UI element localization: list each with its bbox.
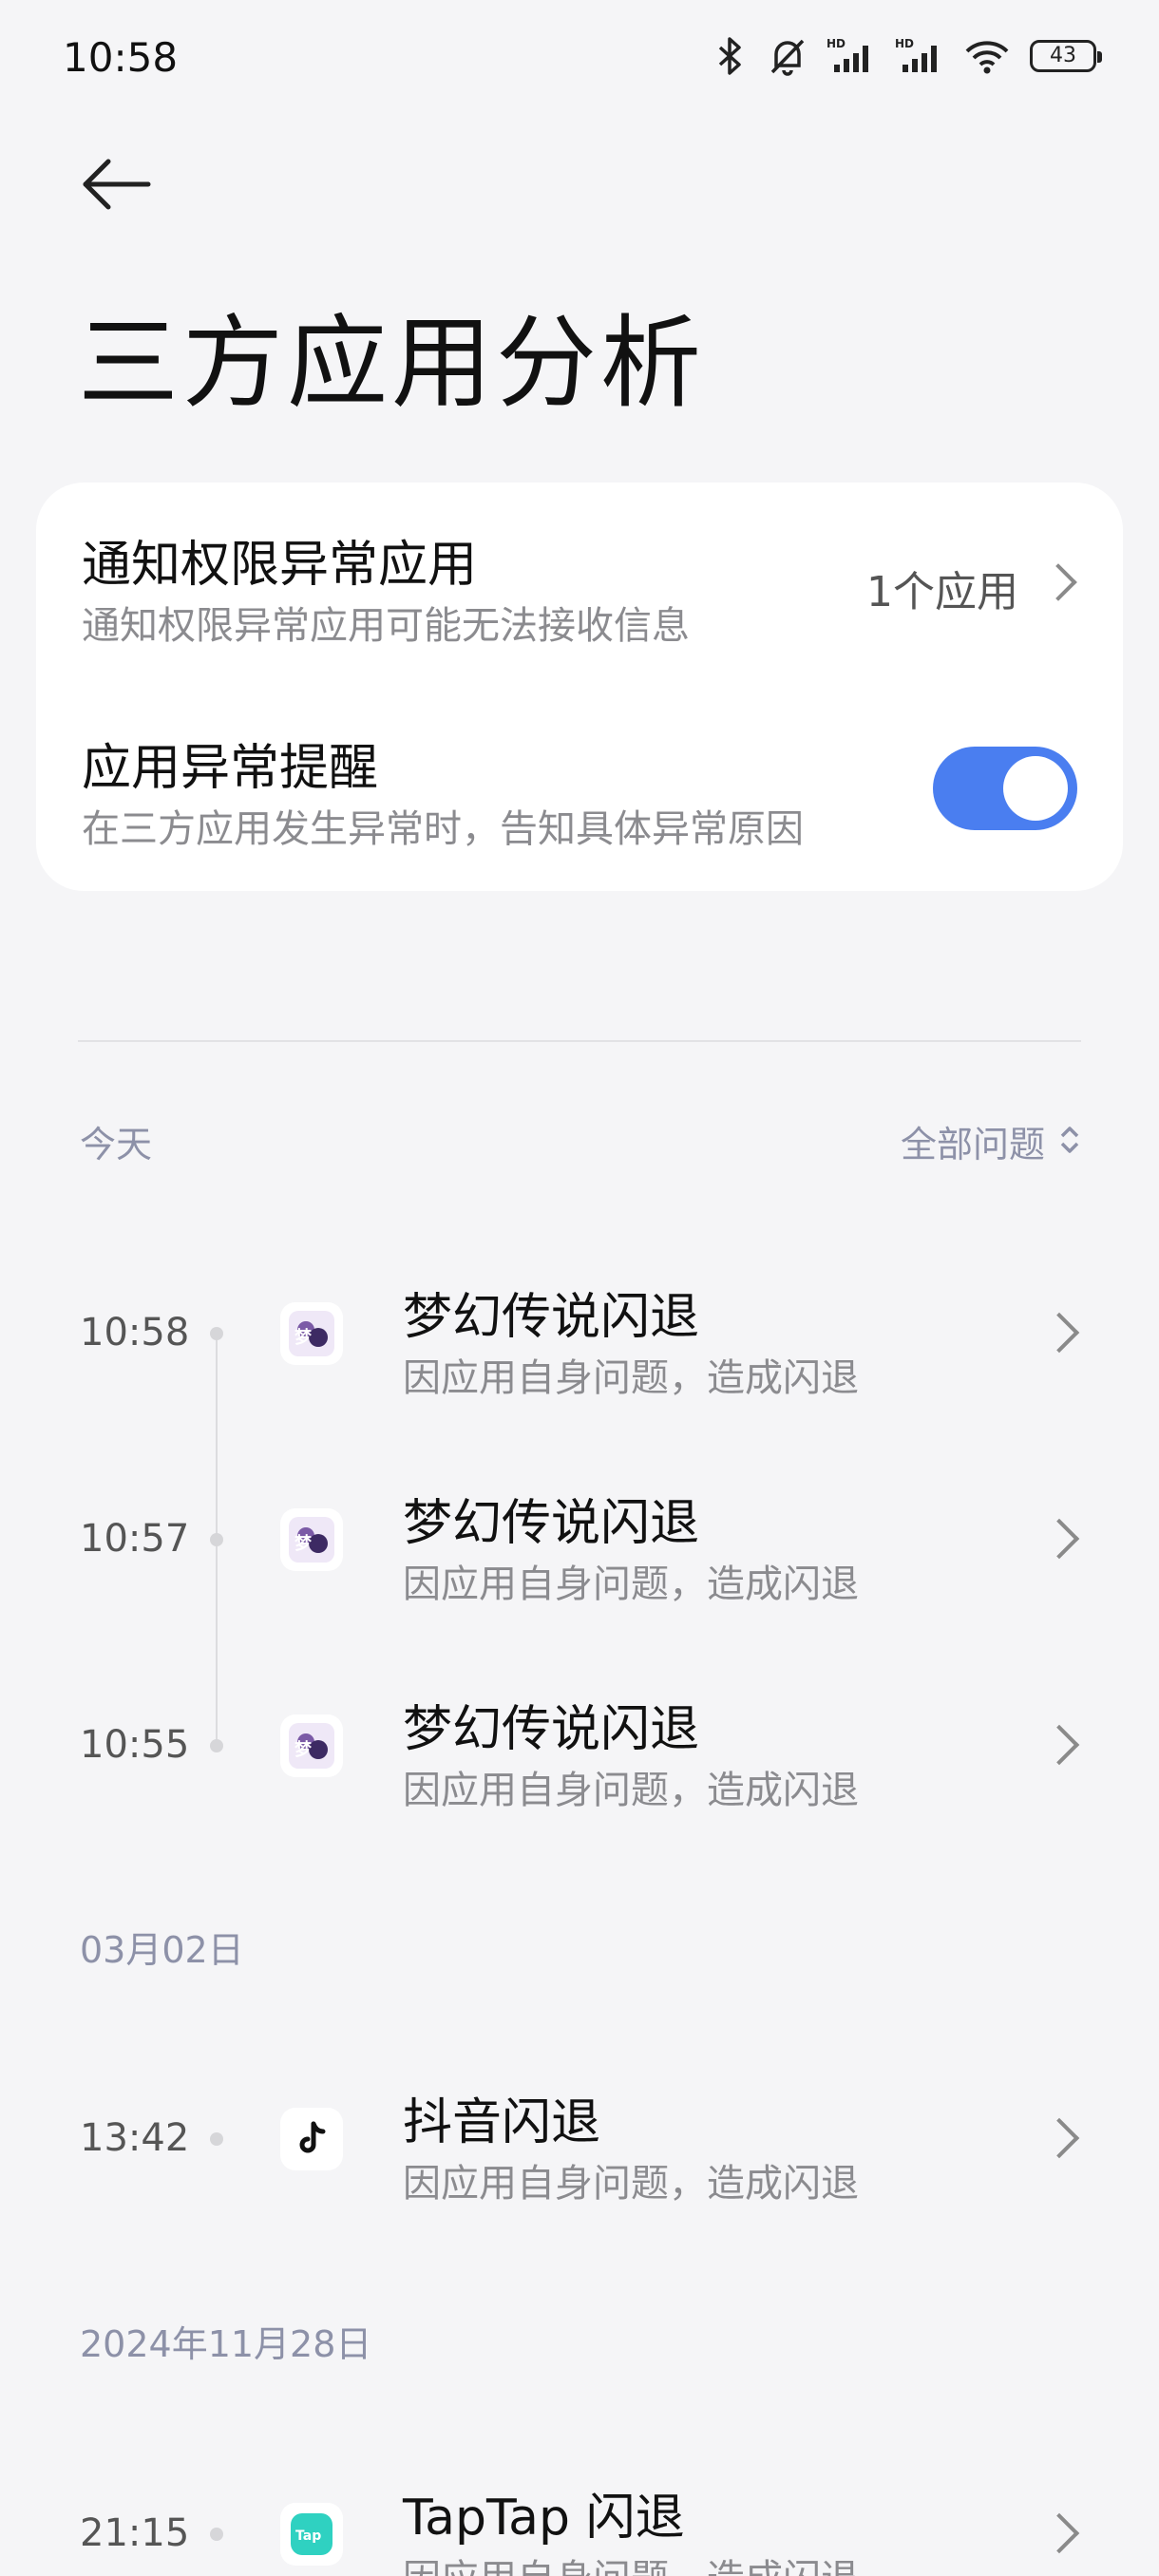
date-header-today: 今天 [80, 1124, 153, 1165]
item-subtitle: 因应用自身问题，造成闪退 [403, 2548, 859, 2576]
app-alert-toggle[interactable] [933, 747, 1077, 830]
status-time: 10:58 [63, 34, 179, 81]
svg-text:梦: 梦 [294, 1533, 313, 1554]
back-button[interactable] [78, 150, 154, 226]
item-time: 10:57 [80, 1517, 190, 1561]
bell-muted-icon [768, 36, 808, 76]
date-header: 03月02日 [80, 1929, 244, 1971]
date-header: 2024年11月28日 [80, 2323, 372, 2365]
notification-permission-subtitle: 通知权限异常应用可能无法接收信息 [82, 604, 690, 648]
menghuan-app-icon: 梦 [280, 1508, 343, 1571]
filter-dropdown[interactable]: 全部问题 [901, 1115, 1081, 1167]
signal-hd-icon: HD [895, 36, 944, 76]
app-alert-title: 应用异常提醒 [82, 740, 379, 797]
notification-permission-title: 通知权限异常应用 [82, 537, 478, 594]
svg-text:HD: HD [895, 37, 914, 50]
page-title: 三方应用分析 [78, 305, 705, 422]
item-subtitle: 因应用自身问题，造成闪退 [403, 2162, 859, 2206]
item-time: 10:58 [80, 1311, 190, 1354]
menghuan-app-icon: 梦 [280, 1714, 343, 1777]
app-alert-subtitle: 在三方应用发生异常时，告知具体异常原因 [82, 807, 804, 851]
timeline-dot [210, 1739, 223, 1752]
item-subtitle: 因应用自身问题，造成闪退 [403, 1769, 859, 1812]
svg-text:梦: 梦 [294, 1327, 313, 1348]
item-title: 梦幻传说闪退 [403, 1701, 700, 1758]
filter-label: 全部问题 [900, 1124, 1045, 1165]
menghuan-app-icon: 梦 [280, 1302, 343, 1365]
svg-text:梦: 梦 [294, 1739, 313, 1760]
status-icons: HD HD 43 [711, 36, 1102, 76]
item-time: 10:55 [80, 1723, 190, 1767]
item-subtitle: 因应用自身问题，造成闪退 [403, 1356, 859, 1400]
timeline-dot [210, 1533, 223, 1546]
divider [78, 1040, 1081, 1042]
item-time: 13:42 [80, 2116, 190, 2160]
item-time: 21:15 [80, 2511, 190, 2555]
wifi-icon [963, 36, 1011, 76]
taptap-app-icon: Tap [280, 2503, 343, 2566]
svg-text:HD: HD [826, 37, 846, 50]
toggle-knob [1003, 756, 1068, 821]
item-title: 抖音闪退 [403, 2094, 601, 2151]
timeline-dot [210, 1327, 223, 1340]
svg-text:Tap: Tap [295, 2529, 321, 2544]
timeline-dot [210, 2132, 223, 2146]
item-subtitle: 因应用自身问题，造成闪退 [403, 1563, 859, 1606]
item-title: 梦幻传说闪退 [403, 1495, 700, 1552]
item-title: 梦幻传说闪退 [403, 1289, 700, 1346]
arrow-left-icon [83, 159, 151, 210]
timeline-dot [210, 2528, 223, 2541]
chevron-up-down-icon [1058, 1123, 1081, 1161]
battery-icon: 43 [1030, 40, 1102, 72]
bluetooth-icon [711, 36, 749, 76]
signal-hd-icon: HD [826, 36, 876, 76]
notification-permission-count: 1个应用 [866, 568, 1018, 616]
douyin-app-icon [280, 2108, 343, 2170]
item-title: TapTap 闪退 [403, 2490, 685, 2547]
